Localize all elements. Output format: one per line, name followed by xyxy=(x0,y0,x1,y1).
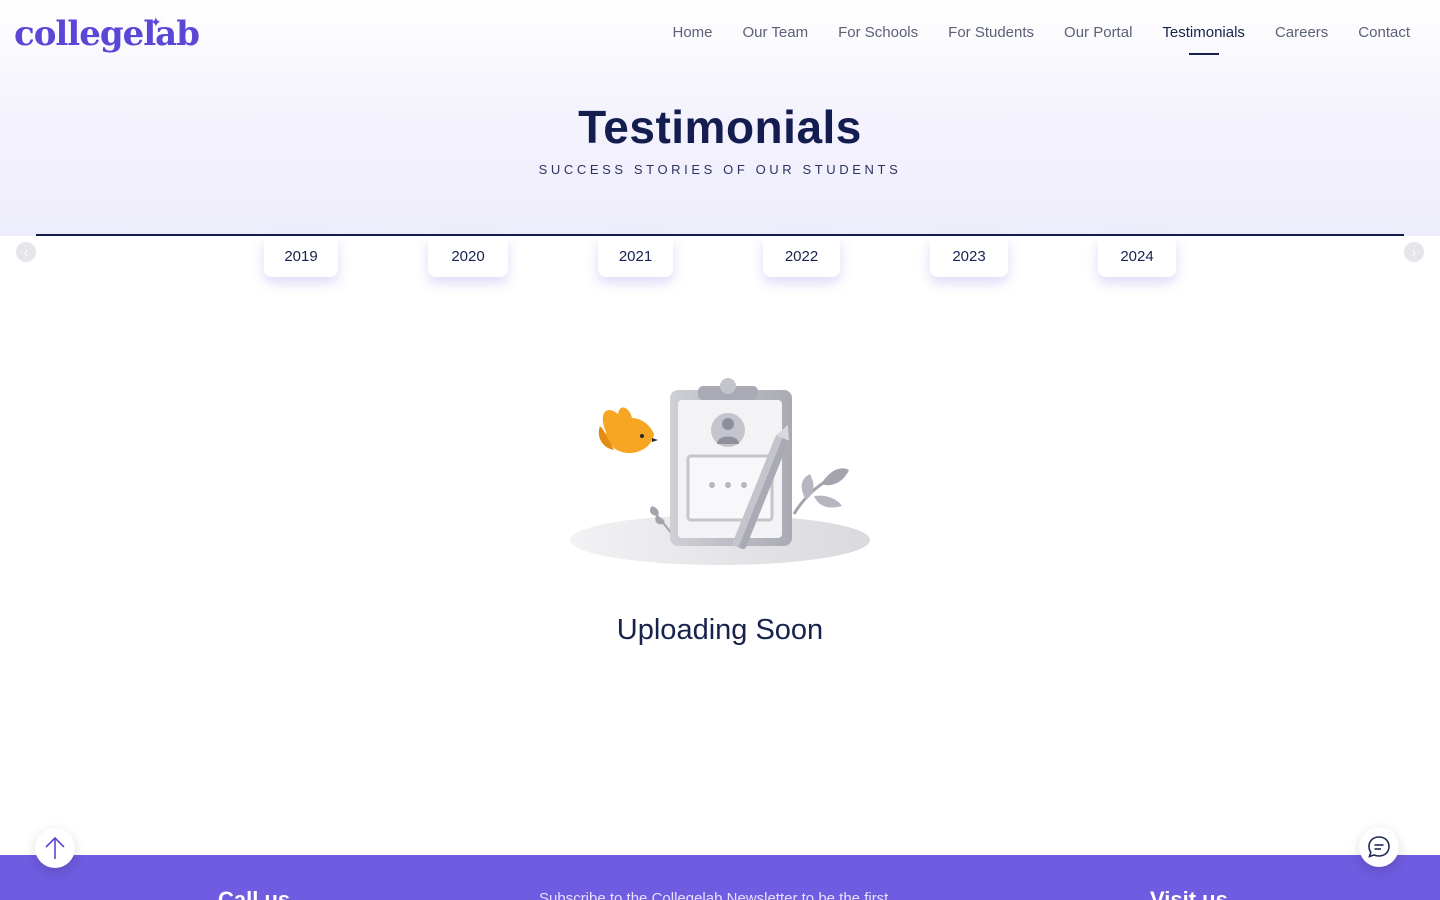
main-nav: Home Our Team For Schools For Students O… xyxy=(673,24,1411,41)
year-tab-2019[interactable]: 2019 xyxy=(264,237,338,277)
chevron-left-icon[interactable]: ‹ xyxy=(16,242,36,262)
nav-testimonials[interactable]: Testimonials xyxy=(1162,24,1245,41)
nav-for-schools[interactable]: For Schools xyxy=(838,24,918,41)
arrow-up-icon xyxy=(45,836,65,859)
nav-contact[interactable]: Contact xyxy=(1358,24,1410,41)
logo[interactable]: collegelab xyxy=(14,14,200,54)
footer-call-heading: Call us xyxy=(218,887,291,900)
year-tab-2020[interactable]: 2020 xyxy=(428,237,508,277)
year-tab-2021[interactable]: 2021 xyxy=(598,237,673,277)
page-title: Testimonials xyxy=(578,101,862,153)
nav-careers[interactable]: Careers xyxy=(1275,24,1328,41)
footer-newsletter-text: Subscribe to the Collegelab Newsletter t… xyxy=(539,890,889,900)
clipboard-with-bird-illustration xyxy=(570,378,870,565)
chevron-right-icon[interactable]: › xyxy=(1404,242,1424,262)
empty-state-message: Uploading Soon xyxy=(616,614,824,646)
footer: Call us Subscribe to the Collegelab News… xyxy=(0,855,1440,900)
nav-home[interactable]: Home xyxy=(673,24,713,41)
page-subtitle: SUCCESS STORIES OF OUR STUDENTS xyxy=(538,162,902,177)
timeline-divider xyxy=(36,234,1404,236)
nav-for-students[interactable]: For Students xyxy=(948,24,1034,41)
nav-our-team[interactable]: Our Team xyxy=(743,24,809,41)
chat-icon xyxy=(1368,836,1390,858)
scroll-to-top-button[interactable] xyxy=(35,828,75,868)
footer-visit-heading: Visit us xyxy=(1150,887,1228,900)
year-tab-2024[interactable]: 2024 xyxy=(1098,237,1176,277)
sparkle-icon: ✦ xyxy=(150,14,162,30)
site-header: collegelab ✦ Home Our Team For Schools F… xyxy=(0,0,1440,70)
chat-button[interactable] xyxy=(1359,827,1399,867)
year-tab-2022[interactable]: 2022 xyxy=(763,237,840,277)
year-tab-2023[interactable]: 2023 xyxy=(930,237,1008,277)
nav-our-portal[interactable]: Our Portal xyxy=(1064,24,1132,41)
